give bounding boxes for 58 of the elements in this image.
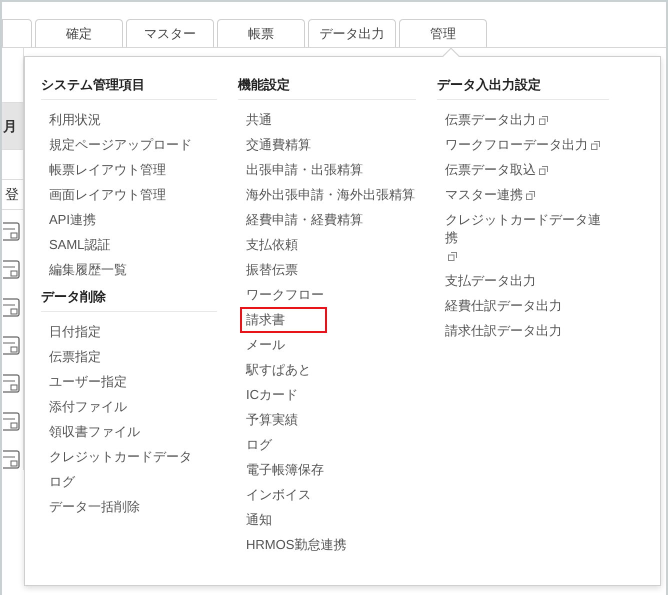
menu-link[interactable]: 海外出張申請・海外出張精算 xyxy=(246,186,415,204)
menu-tab[interactable]: 帳票 xyxy=(217,19,305,47)
menu-link[interactable]: ログ xyxy=(246,436,272,454)
menu-link[interactable]: ワークフローデータ出力 xyxy=(445,136,588,154)
menu-link[interactable]: 請求仕訳データ出力 xyxy=(445,322,562,340)
menu-tab[interactable]: マスター xyxy=(126,19,214,47)
form-icon[interactable] xyxy=(3,260,21,280)
menu-link[interactable]: 予算実績 xyxy=(246,410,298,428)
menu-tab[interactable]: 管理 xyxy=(399,19,487,47)
menu-link[interactable]: 編集履歴一覧 xyxy=(49,260,127,278)
menu-link[interactable]: ワークフロー xyxy=(246,286,324,304)
menu-link[interactable]: クレジットカードデータ連携 xyxy=(445,210,609,246)
menu-link[interactable]: 領収書ファイル xyxy=(49,422,140,440)
menu-link[interactable]: 振替伝票 xyxy=(246,260,298,278)
form-icon[interactable] xyxy=(3,374,21,394)
menu-link[interactable]: 画面レイアウト管理 xyxy=(49,186,166,204)
menu-link[interactable]: 帳票レイアウト管理 xyxy=(49,160,166,178)
form-icon[interactable] xyxy=(3,298,21,318)
menu-link[interactable]: 電子帳簿保存 xyxy=(246,460,324,478)
menu-link[interactable]: ICカード xyxy=(246,386,298,404)
menu-link[interactable]: クレジットカードデータ xyxy=(49,448,192,466)
menu-link[interactable]: 支払依頼 xyxy=(246,236,298,254)
menu-link[interactable]: 規定ページアップロード xyxy=(49,136,192,154)
menu-link[interactable]: 駅すぱあと xyxy=(246,360,311,378)
menu-link[interactable]: マスター連携 xyxy=(445,186,523,204)
form-icon[interactable] xyxy=(3,412,21,432)
section-heading: データ入出力設定 xyxy=(437,76,609,100)
form-icon[interactable] xyxy=(3,450,21,470)
menu-link[interactable]: HRMOS勤怠連携 xyxy=(246,536,346,554)
form-icon[interactable] xyxy=(3,336,21,356)
menu-tab[interactable]: データ出力 xyxy=(308,19,396,47)
menu-link[interactable]: 利用状況 xyxy=(49,110,101,128)
menu-link[interactable]: ユーザー指定 xyxy=(49,372,127,390)
menu-link[interactable]: 添付ファイル xyxy=(49,398,127,416)
form-icon[interactable] xyxy=(3,222,21,242)
menu-link[interactable]: API連携 xyxy=(49,210,96,228)
menu-link[interactable]: 伝票指定 xyxy=(49,348,101,366)
menu-link[interactable]: 経費仕訳データ出力 xyxy=(445,296,562,314)
menu-link[interactable]: 伝票データ取込 xyxy=(445,160,536,178)
section-heading: システム管理項目 xyxy=(41,76,217,100)
menu-link[interactable]: 経費申請・経費精算 xyxy=(246,210,363,228)
menu-link[interactable]: 出張申請・出張精算 xyxy=(246,160,363,178)
menu-link[interactable]: 日付指定 xyxy=(49,322,101,340)
menu-tab[interactable]: 確定 xyxy=(35,19,123,47)
menu-link[interactable]: 交通費精算 xyxy=(246,136,311,154)
menu-link[interactable]: ログ xyxy=(49,472,75,490)
section-heading: データ削除 xyxy=(41,288,217,312)
menu-link[interactable]: インボイス xyxy=(246,486,311,504)
section-heading: 機能設定 xyxy=(238,76,416,100)
menu-link[interactable]: SAML認証 xyxy=(49,236,110,254)
menu-link[interactable]: データ一括削除 xyxy=(49,498,140,516)
row-label: 登 xyxy=(4,185,19,204)
menu-link[interactable]: 通知 xyxy=(246,510,272,528)
menu-link[interactable]: 支払データ出力 xyxy=(445,272,536,290)
row-label: 月 xyxy=(2,116,17,136)
menu-link[interactable]: 共通 xyxy=(246,110,272,128)
menu-link[interactable]: 伝票データ出力 xyxy=(445,110,536,128)
menu-link[interactable]: メール xyxy=(246,336,285,354)
